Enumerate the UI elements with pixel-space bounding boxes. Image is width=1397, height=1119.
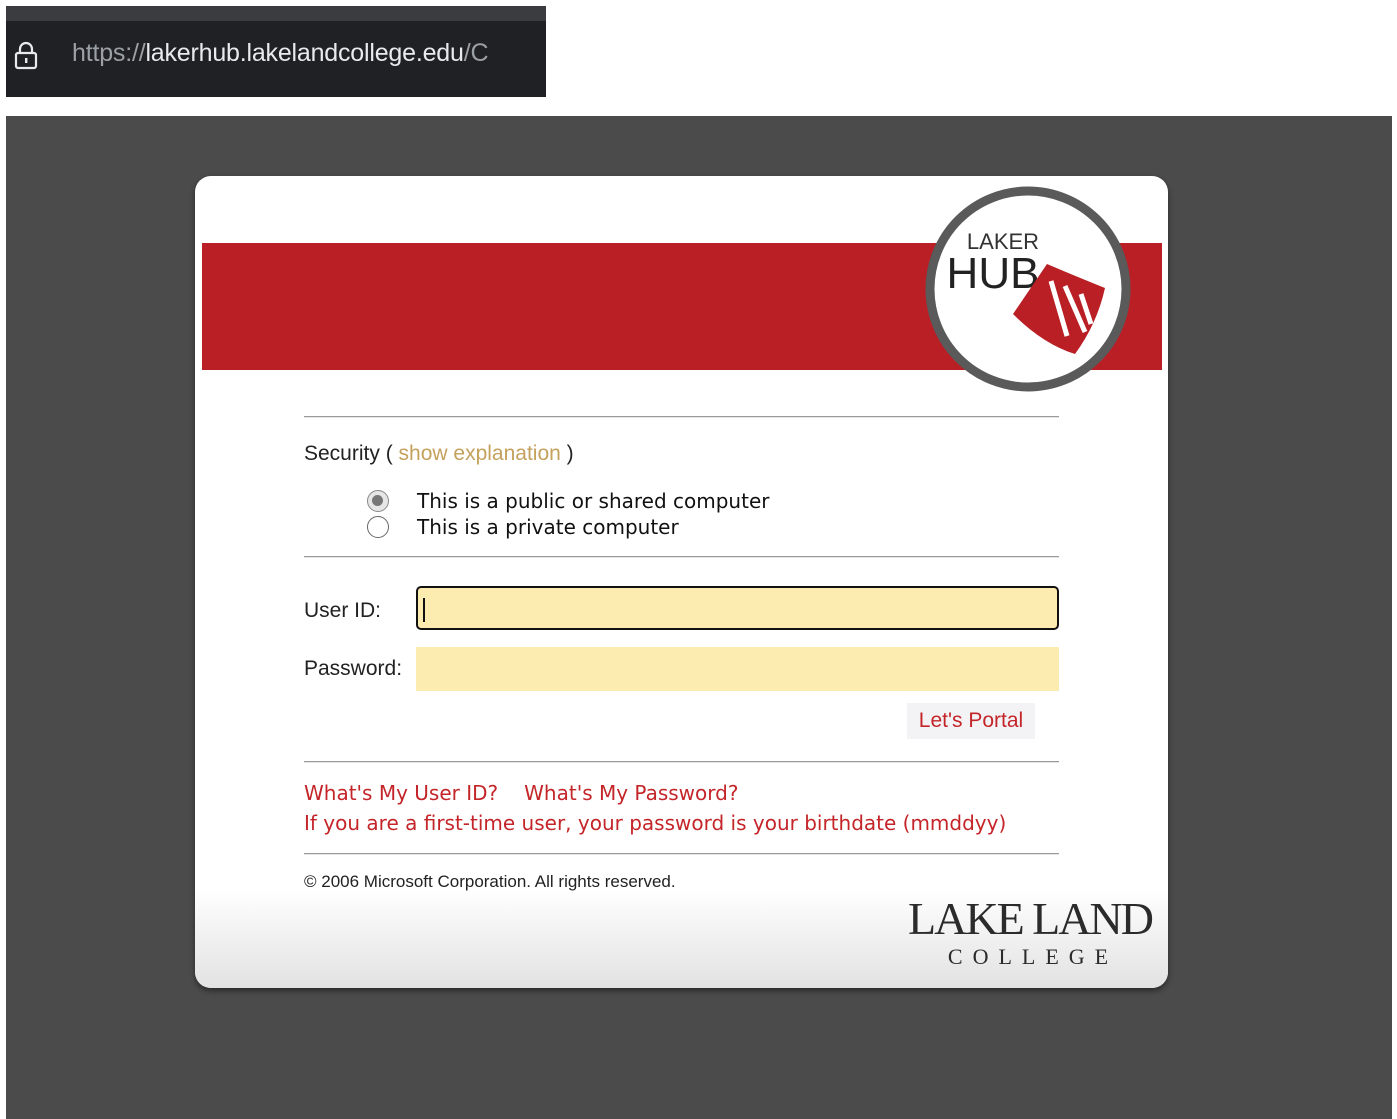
laker-hub-logo: LAKER HUB [925,186,1131,392]
lets-portal-button[interactable]: Let's Portal [907,703,1035,739]
whats-my-user-id-link[interactable]: What's My User ID? [304,781,498,805]
radio-private-label: This is a private computer [417,515,679,539]
logo-hub-text: HUB [947,249,1040,298]
security-label: Security [304,442,380,465]
user-id-label: User ID: [304,599,382,622]
lake-land-college-logo: LAKE LAND COLLEGE [908,893,1155,969]
login-card: LAKER HUB Security ( show explanation ) … [195,176,1168,988]
user-id-input[interactable] [416,586,1059,630]
radio-option-private[interactable]: This is a private computer [367,514,679,540]
password-input[interactable] [416,647,1059,691]
close-paren: ) [566,442,574,465]
help-links: What's My User ID? What's My Password? [304,781,738,805]
show-explanation-link[interactable]: show explanation [399,442,561,465]
radio-private[interactable] [367,516,389,538]
divider [304,761,1059,763]
url-scheme: https:// [72,39,146,67]
text-caret [423,598,425,622]
divider [304,416,1059,418]
college-name-line2: COLLEGE [948,944,1118,969]
copyright-text: © 2006 Microsoft Corporation. All rights… [304,872,676,891]
divider [304,853,1059,855]
first-time-note: If you are a first-time user, your passw… [304,811,1007,835]
radio-public-label: This is a public or shared computer [417,489,770,513]
password-label: Password: [304,657,403,680]
browser-address-bar[interactable]: https://lakerhub.lakelandcollege.edu/C [6,6,546,97]
radio-public-shared[interactable] [367,490,389,512]
page-background: LAKER HUB Security ( show explanation ) … [6,116,1392,1119]
lock-icon[interactable] [14,40,38,70]
url-path: /C [463,39,489,67]
radio-option-public[interactable]: This is a public or shared computer [367,488,769,514]
url-text[interactable]: https://lakerhub.lakelandcollege.edu/C [72,39,489,68]
whats-my-password-link[interactable]: What's My Password? [524,781,738,805]
tab-strip [6,6,546,21]
open-paren: ( [385,442,393,465]
divider [304,556,1059,558]
college-name-line1: LAKE LAND [908,893,1153,944]
security-heading: Security ( show explanation ) [304,442,574,466]
url-host: lakerhub.lakelandcollege.edu [145,39,464,67]
